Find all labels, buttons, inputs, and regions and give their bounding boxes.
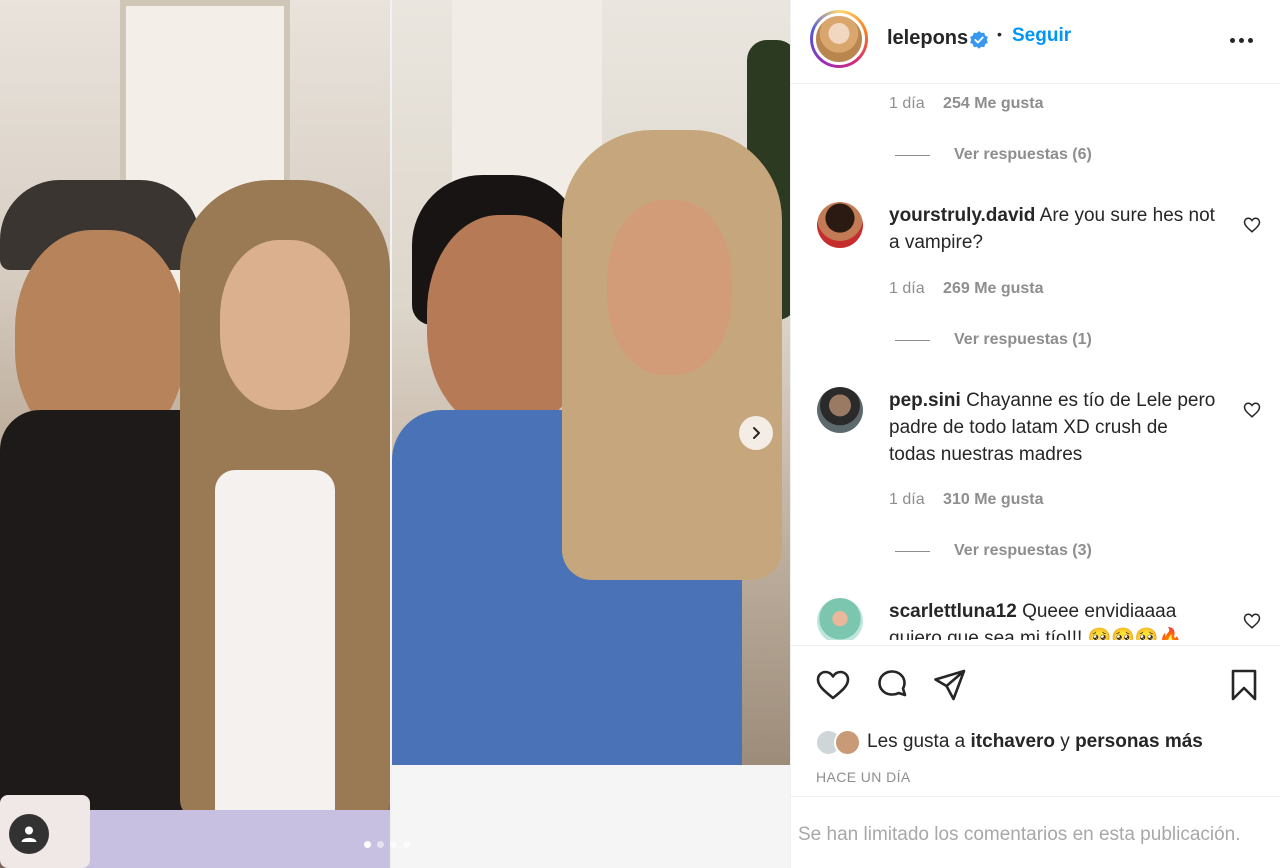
comment-body: scarlettluna12 Queee envidiaaaa quiero q… <box>889 598 1229 640</box>
comment-avatar[interactable] <box>817 598 863 640</box>
tablecloth-white <box>392 765 790 868</box>
collage-photo-present <box>392 0 790 868</box>
more-options-icon[interactable] <box>1227 26 1255 54</box>
comment-username[interactable]: scarlettluna12 <box>889 601 1017 622</box>
share-icon[interactable] <box>932 667 968 703</box>
bookmark-icon[interactable] <box>1226 667 1262 703</box>
comment-time: 1 día <box>889 95 925 112</box>
chevron-right-icon <box>753 427 760 439</box>
view-replies-button[interactable]: Ver respuestas (1) <box>895 331 1092 349</box>
carousel-dot <box>364 841 371 848</box>
comment-body: pep.sini Chayanne es tío de Lele pero pa… <box>889 387 1219 468</box>
header-separator: • <box>997 26 1002 42</box>
dress-white <box>215 470 335 830</box>
carousel-dot <box>377 841 384 848</box>
carousel-dot <box>390 841 397 848</box>
table-lilac <box>70 810 390 868</box>
comment-like-heart-icon[interactable] <box>1243 216 1261 234</box>
post-timestamp[interactable]: HACE UN DÍA <box>816 769 911 785</box>
liked-by-user[interactable]: itchavero <box>971 731 1055 752</box>
carousel-dot <box>403 841 410 848</box>
comment-likes[interactable]: 269 Me gusta <box>943 280 1043 297</box>
post-actions: Les gusta a itchavero y personas más HAC… <box>791 645 1280 795</box>
view-replies-button[interactable]: Ver respuestas (3) <box>895 542 1092 560</box>
face-girl-past <box>220 240 350 410</box>
comment-time: 1 día <box>889 491 925 508</box>
comment-avatar[interactable] <box>817 202 863 248</box>
liked-by-avatar[interactable] <box>834 728 861 756</box>
liked-by-conj: y <box>1060 731 1070 752</box>
verified-badge-icon <box>970 31 988 49</box>
replies-line <box>895 550 930 552</box>
user-tag-icon <box>21 826 37 842</box>
collage-photo-past <box>0 0 390 868</box>
comment-time: 1 día <box>889 280 925 297</box>
comment-username[interactable]: pep.sini <box>889 390 961 411</box>
liked-by-prefix: Les gusta a <box>867 731 966 752</box>
follow-button[interactable]: Seguir <box>1012 25 1071 47</box>
comment-like-heart-icon[interactable] <box>1243 612 1261 630</box>
comment-likes[interactable]: 254 Me gusta <box>943 95 1043 112</box>
comments-list[interactable]: 1 día 254 Me gusta Ver respuestas (6) yo… <box>791 85 1280 640</box>
replies-line <box>895 154 930 156</box>
carousel-indicator <box>364 841 410 848</box>
comment-meta: 1 día 269 Me gusta <box>889 280 1044 298</box>
view-replies-label: Ver respuestas (1) <box>954 331 1092 348</box>
comment-body: yourstruly.david Are you sure hes not a … <box>889 202 1229 256</box>
author-avatar[interactable] <box>810 10 868 68</box>
avatar-image <box>813 13 865 65</box>
comment-meta: 1 día 310 Me gusta <box>889 491 1044 509</box>
liked-by-text: Les gusta a itchavero y personas más <box>867 731 1203 753</box>
liked-by-summary: Les gusta a itchavero y personas más <box>815 726 1203 758</box>
comment-icon[interactable] <box>874 667 910 703</box>
post-media-carousel[interactable] <box>0 0 790 868</box>
tagged-users-button[interactable] <box>9 814 49 854</box>
view-replies-label: Ver respuestas (3) <box>954 542 1092 559</box>
view-replies-label: Ver respuestas (6) <box>954 146 1092 163</box>
liked-by-others[interactable]: personas más <box>1075 731 1203 752</box>
post-header: lelepons • Seguir <box>791 0 1280 84</box>
carousel-next-button[interactable] <box>739 416 773 450</box>
face-woman-present <box>607 200 732 375</box>
comment-meta: 1 día 254 Me gusta <box>889 95 1044 113</box>
comment-username[interactable]: yourstruly.david <box>889 205 1035 226</box>
view-replies-button[interactable]: Ver respuestas (6) <box>895 146 1092 164</box>
comment-likes[interactable]: 310 Me gusta <box>943 491 1043 508</box>
comment-avatar[interactable] <box>817 387 863 433</box>
heart-icon[interactable] <box>815 667 851 703</box>
author-username[interactable]: lelepons <box>887 27 968 50</box>
replies-line <box>895 339 930 341</box>
post-sidebar: lelepons • Seguir 1 día 254 Me gusta Ver… <box>790 0 1280 868</box>
comments-limited-notice: Se han limitado los comentarios en esta … <box>791 796 1280 868</box>
comment-like-heart-icon[interactable] <box>1243 401 1261 419</box>
